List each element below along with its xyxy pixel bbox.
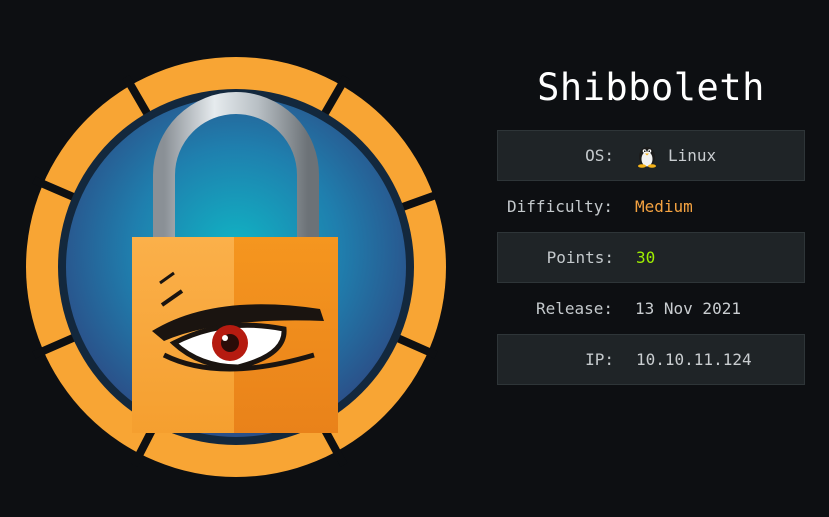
points-value: 30 (636, 248, 656, 267)
padlock-logo-icon (26, 57, 446, 477)
os-value-wrap: Linux (636, 144, 716, 168)
machine-title: Shibboleth (537, 66, 765, 109)
info-row-difficulty: Difficulty: Medium (497, 181, 805, 232)
release-label: Release: (535, 299, 613, 318)
release-value: 13 Nov 2021 (635, 299, 741, 318)
info-row-points: Points: 30 (497, 232, 805, 283)
difficulty-value: Medium (635, 197, 693, 216)
info-row-ip: IP: 10.10.11.124 (497, 334, 805, 385)
points-label: Points: (546, 248, 614, 267)
os-value: Linux (668, 146, 717, 165)
info-row-os: OS: Linux (497, 130, 805, 181)
ip-label: IP: (585, 350, 614, 369)
machine-card: Shibboleth OS: Linux Difficulty: Medium … (0, 0, 829, 517)
linux-tux-icon (638, 146, 656, 168)
ip-value[interactable]: 10.10.11.124 (636, 350, 752, 369)
info-row-release: Release: 13 Nov 2021 (497, 283, 805, 334)
difficulty-label: Difficulty: (507, 197, 613, 216)
machine-info-table: OS: Linux Difficulty: Medium Points: 30 … (497, 130, 805, 385)
os-label: OS: (585, 146, 614, 165)
